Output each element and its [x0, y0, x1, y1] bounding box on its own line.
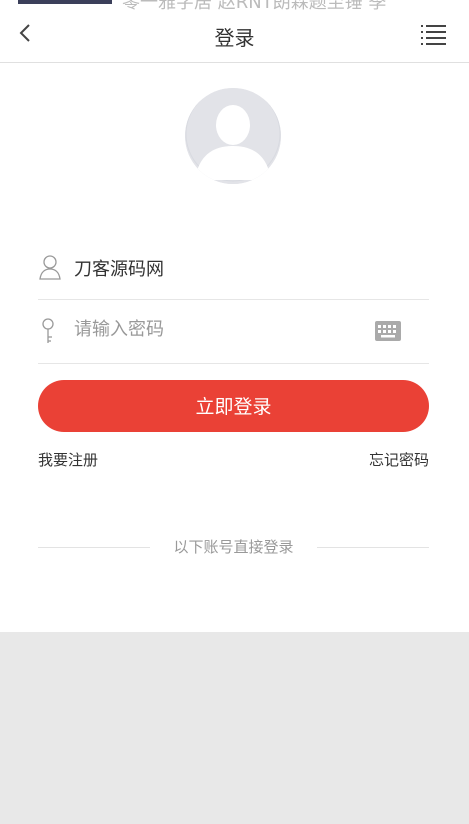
user-outline-icon [39, 255, 61, 280]
key-icon [42, 318, 54, 343]
previous-content-strip: 零一雅字居 赵RNT朗霖题至锤 季 [0, 0, 469, 10]
username-field[interactable]: 刀客源码网 [74, 255, 364, 281]
thumbnail-image [18, 0, 112, 4]
avatar [185, 88, 281, 184]
login-form-area: 刀客源码网 立即登录 我要注册 忘记密码 以下账号直接登录 [0, 63, 469, 632]
password-input[interactable] [74, 319, 364, 340]
menu-button[interactable] [421, 22, 447, 48]
keyboard-icon[interactable] [375, 321, 401, 341]
username-row: 刀客源码网 [38, 235, 429, 300]
login-page: 零一雅字居 赵RNT朗霖题至锤 季 登录 [0, 0, 469, 824]
third-party-divider: 以下账号直接登录 [38, 536, 429, 560]
faint-text: 零一雅字居 赵RNT朗霖题至锤 季 [122, 0, 386, 10]
divider-line-right [317, 547, 429, 548]
header-bar: 登录 [0, 10, 469, 63]
user-silhouette-icon [185, 88, 281, 184]
bottom-empty-area [0, 632, 469, 824]
password-row [38, 299, 429, 364]
register-link[interactable]: 我要注册 [38, 449, 98, 470]
forgot-password-link[interactable]: 忘记密码 [369, 449, 429, 470]
page-title: 登录 [214, 26, 255, 50]
list-menu-icon [421, 25, 446, 45]
login-button[interactable]: 立即登录 [38, 380, 429, 432]
